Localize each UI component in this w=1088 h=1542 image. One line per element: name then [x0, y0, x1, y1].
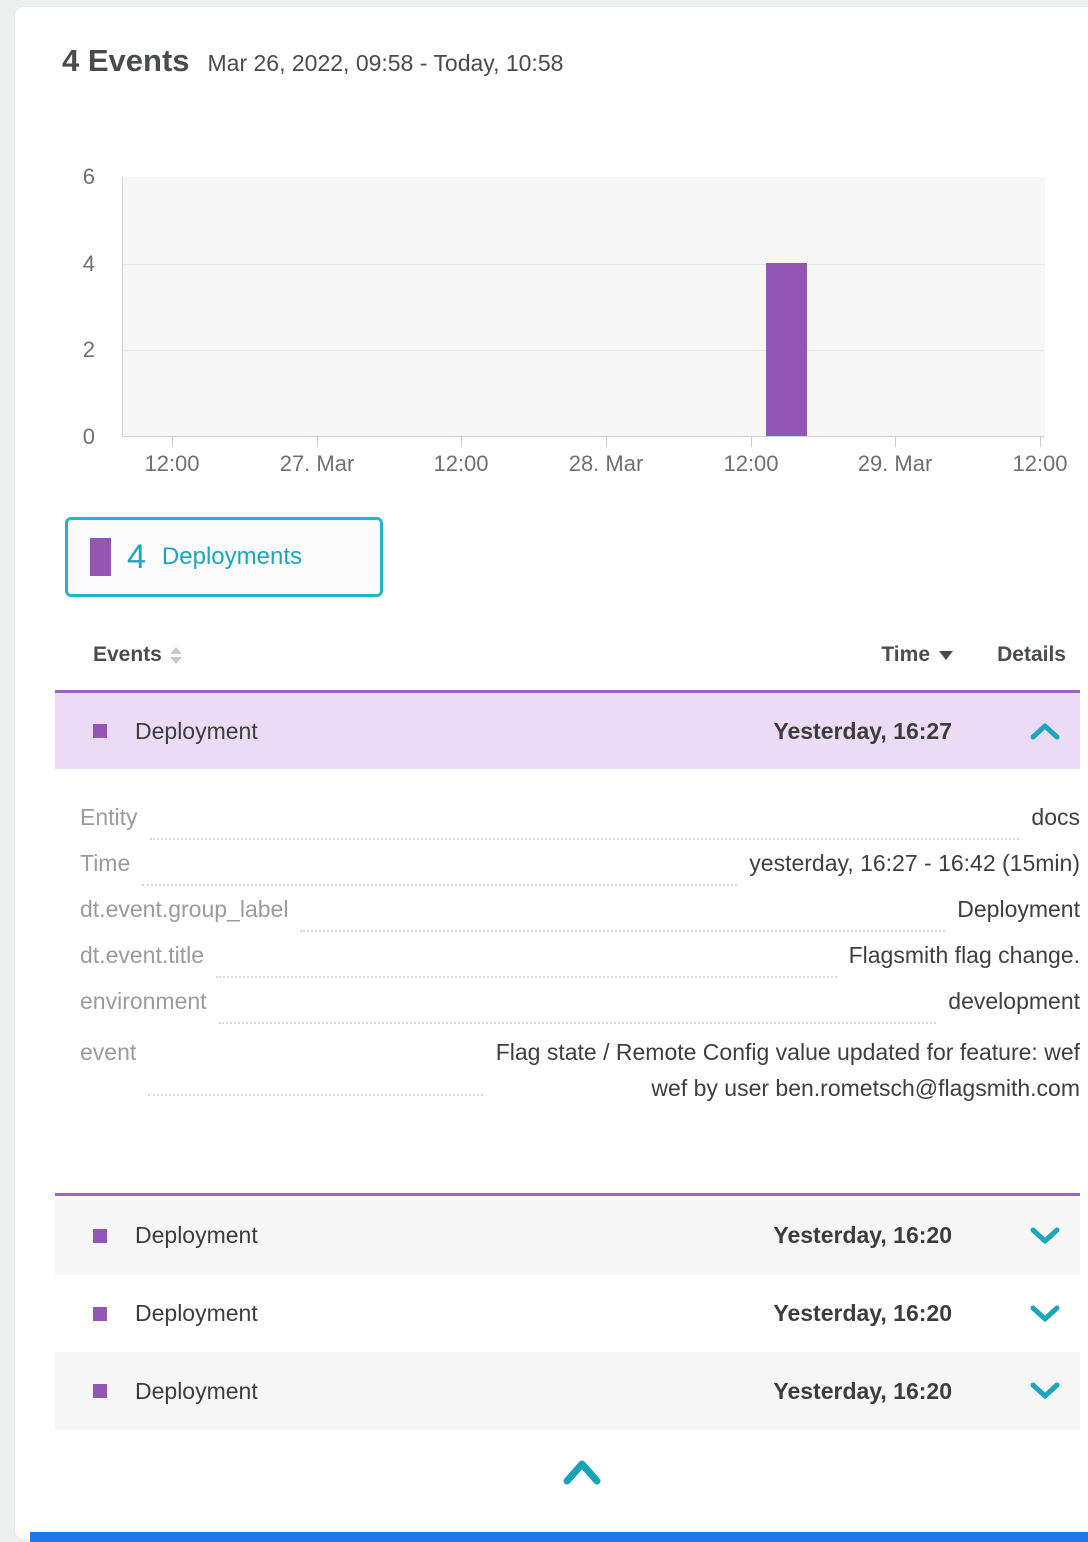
event-type-label: Deployment: [135, 718, 773, 745]
bottom-accent-bar: [30, 1532, 1088, 1542]
column-details-label: Details: [997, 643, 1066, 666]
page-title: 4 Events: [62, 43, 190, 79]
events-card: 4 Events Mar 26, 2022, 09:58 - Today, 10…: [14, 6, 1088, 1540]
gridline-2: [123, 350, 1045, 351]
event-type-label: Deployment: [135, 1222, 773, 1249]
detail-row: Entity docs: [80, 804, 1080, 850]
event-type-label: Deployment: [135, 1378, 773, 1405]
event-time-label: Yesterday, 16:27: [773, 718, 952, 745]
detail-value: Flagsmith flag change.: [849, 942, 1080, 969]
column-time-label: Time: [881, 643, 930, 667]
chevron-up-icon[interactable]: [1010, 722, 1080, 740]
detail-value: development: [948, 988, 1080, 1015]
detail-label: event: [80, 1039, 136, 1066]
y-axis-tick-4: 4: [55, 251, 95, 277]
deployment-square-icon: [93, 1307, 107, 1321]
y-axis-tick-0: 0: [55, 424, 95, 450]
x-axis-label: 29. Mar: [835, 451, 955, 477]
y-axis-tick-2: 2: [55, 337, 95, 363]
events-panel: 4 Events Mar 26, 2022, 09:58 - Today, 10…: [0, 0, 1088, 1542]
x-tick-mark: [1040, 437, 1041, 447]
timeframe-label: Mar 26, 2022, 09:58 - Today, 10:58: [208, 50, 564, 77]
event-row-expanded[interactable]: Deployment Yesterday, 16:27: [55, 690, 1080, 769]
x-tick-mark: [461, 437, 462, 447]
deployments-legend-toggle[interactable]: 4 Deployments: [65, 517, 383, 597]
chevron-down-icon[interactable]: [1010, 1305, 1080, 1323]
column-header-time[interactable]: Time: [881, 643, 953, 667]
event-time-label: Yesterday, 16:20: [773, 1300, 952, 1327]
event-row[interactable]: Deployment Yesterday, 16:20: [55, 1275, 1080, 1352]
event-type-label: Deployment: [135, 1300, 773, 1327]
x-tick-mark: [895, 437, 896, 447]
detail-label: Entity: [80, 804, 138, 831]
dotted-leader: [148, 1094, 483, 1096]
column-header-events[interactable]: Events: [93, 643, 182, 667]
sort-both-icon: [170, 647, 182, 664]
deployment-square-icon: [93, 1229, 107, 1243]
detail-row: dt.event.title Flagsmith flag change.: [80, 942, 1080, 988]
panel-header: 4 Events Mar 26, 2022, 09:58 - Today, 10…: [62, 43, 563, 79]
dotted-leader: [142, 884, 737, 886]
dotted-leader: [216, 976, 837, 978]
column-header-details: Details: [997, 643, 1066, 667]
chevron-down-icon[interactable]: [1010, 1382, 1080, 1400]
x-axis-label: 12:00: [112, 451, 232, 477]
detail-row: dt.event.group_label Deployment: [80, 896, 1080, 942]
chevron-down-icon[interactable]: [1010, 1227, 1080, 1245]
event-time-label: Yesterday, 16:20: [773, 1378, 952, 1405]
column-events-label: Events: [93, 643, 162, 667]
detail-label: dt.event.title: [80, 942, 204, 969]
event-row[interactable]: Deployment Yesterday, 16:20: [55, 1193, 1080, 1275]
detail-label: dt.event.group_label: [80, 896, 288, 923]
deployments-bar[interactable]: [766, 263, 807, 436]
event-time-label: Yesterday, 16:20: [773, 1222, 952, 1249]
x-axis-label: 28. Mar: [546, 451, 666, 477]
x-tick-mark: [317, 437, 318, 447]
x-axis-label: 12:00: [691, 451, 811, 477]
dotted-leader: [150, 838, 1020, 840]
x-axis-label: 12:00: [401, 451, 521, 477]
sort-desc-icon: [939, 651, 953, 660]
events-table-header: Events Time Details: [55, 637, 1080, 679]
x-tick-mark: [751, 437, 752, 447]
detail-row: event Flag state / Remote Config value u…: [80, 1034, 1080, 1106]
detail-value: Flag state / Remote Config value updated…: [495, 1034, 1080, 1106]
x-axis-label: 27. Mar: [257, 451, 377, 477]
chart-plot-area: [122, 177, 1045, 437]
detail-label: environment: [80, 988, 207, 1015]
event-details-list: Entity docs Time yesterday, 16:27 - 16:4…: [80, 804, 1080, 1106]
deployment-square-icon: [93, 1384, 107, 1398]
deployments-swatch-icon: [90, 538, 111, 576]
deployment-square-icon: [93, 724, 107, 738]
detail-value: yesterday, 16:27 - 16:42 (15min): [749, 850, 1080, 877]
detail-row: Time yesterday, 16:27 - 16:42 (15min): [80, 850, 1080, 896]
dotted-leader: [219, 1022, 937, 1024]
detail-value: docs: [1031, 804, 1080, 831]
legend-label: Deployments: [162, 543, 302, 571]
y-axis-tick-6: 6: [55, 164, 95, 190]
gridline-4: [123, 264, 1045, 265]
detail-value: Deployment: [957, 896, 1080, 923]
x-tick-mark: [172, 437, 173, 447]
collapse-panel-chevron-up-icon[interactable]: [562, 1457, 602, 1487]
legend-count: 4: [127, 538, 146, 577]
detail-row: environment development: [80, 988, 1080, 1034]
x-axis-label: 12:00: [980, 451, 1088, 477]
x-tick-mark: [606, 437, 607, 447]
detail-label: Time: [80, 850, 130, 877]
event-row[interactable]: Deployment Yesterday, 16:20: [55, 1352, 1080, 1430]
dotted-leader: [300, 930, 945, 932]
